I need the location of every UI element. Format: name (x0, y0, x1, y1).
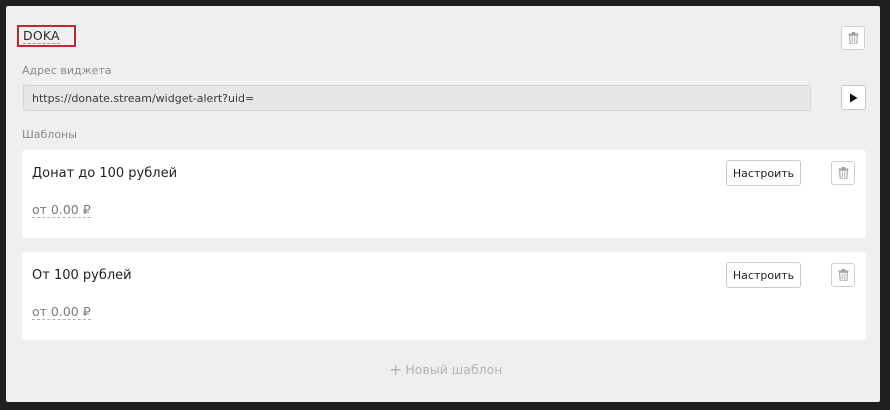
delete-template-button[interactable] (831, 263, 855, 287)
template-title: От 100 рублей (32, 268, 132, 283)
configure-template-button[interactable]: Настроить (726, 160, 801, 186)
trash-icon (838, 167, 848, 179)
template-title: Донат до 100 рублей (32, 166, 178, 181)
widget-address-label: Адрес виджета (22, 64, 112, 77)
delete-template-button[interactable] (831, 161, 855, 185)
trash-icon (838, 269, 848, 281)
widget-name[interactable]: DOKA (23, 29, 60, 44)
template-card: От 100 рублей от 0.00 ₽ Настроить (22, 252, 866, 340)
plus-icon: + (389, 359, 403, 379)
template-amount[interactable]: от 0.00 ₽ (32, 202, 91, 218)
delete-widget-button[interactable] (841, 26, 865, 50)
configure-template-button[interactable]: Настроить (726, 262, 801, 288)
templates-label: Шаблоны (22, 128, 77, 141)
widget-panel: DOKA Адрес виджета Шаблоны Донат до 100 … (6, 6, 880, 402)
template-amount[interactable]: от 0.00 ₽ (32, 304, 91, 320)
template-card: Донат до 100 рублей от 0.00 ₽ Настроить (22, 150, 866, 238)
new-template-button[interactable]: + Новый шаблон (389, 359, 503, 379)
widget-name-highlight: DOKA (17, 25, 76, 47)
widget-url-field[interactable] (23, 85, 811, 111)
preview-play-button[interactable] (841, 85, 866, 110)
trash-icon (848, 32, 858, 44)
play-icon (850, 93, 858, 102)
new-template-label: Новый шаблон (405, 362, 503, 377)
